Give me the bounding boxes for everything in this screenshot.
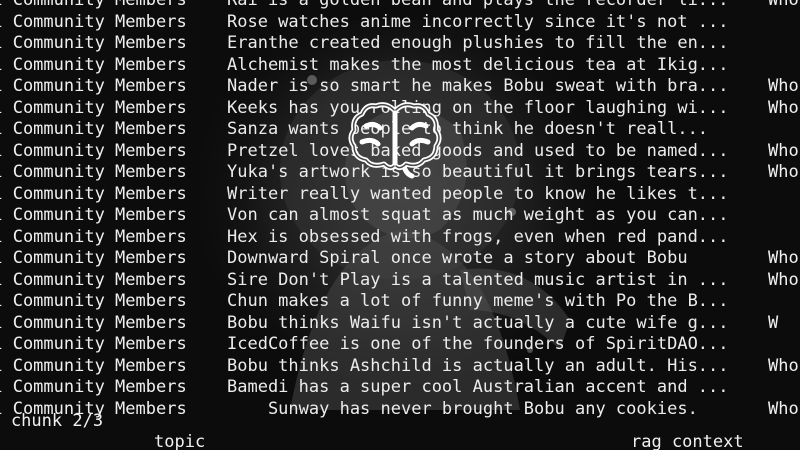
output-table: ki Community Members Rai is a golden bean… [0,0,800,420]
extra-column-cell: W [768,312,779,333]
rag-context-cell: Writer really wanted people to know he l… [227,183,729,204]
table-row: ki Community Members Bobu thinks Ashchild… [0,356,800,378]
topic-cell: ki Community Members [0,162,187,182]
rag-context-cell: Hex is obsessed with frogs, even when re… [227,226,729,247]
rag-context-cell: Nader is so smart he makes Bobu sweat wi… [227,76,729,96]
column-header-row: topic rag_context [0,432,800,450]
table-row: ki Community Members Downward Spiral once… [0,248,800,270]
rag-context-cell: Eranthe created enough plushies to fill … [227,33,729,53]
rag-context-cell: Yuka's artwork is so beautiful it brings… [227,162,729,182]
topic-cell: ki Community Members [0,291,187,311]
topic-cell: ki Community Members [0,226,187,247]
topic-cell: ki Community Members [0,11,187,32]
topic-cell: ki Community Members [0,76,187,96]
extra-column-cell: Who [768,76,799,96]
table-row: ki Community Members Eranthe created enou… [0,33,800,55]
topic-cell: ki Community Members [0,334,187,354]
rag-context-cell: Rai is a golden bean and plays the recor… [227,0,729,10]
extra-column-cell: Who [768,269,799,290]
topic-cell: ki Community Members [0,183,187,204]
table-row: ki Community Members Alchemist makes the … [0,55,800,77]
rag-context-cell: Sire Don't Play is a talented music arti… [227,269,729,290]
extra-column-cell: Who [768,97,799,118]
rag-context-cell: Downward Spiral once wrote a story about… [227,248,698,268]
table-row: ki Community Members Sunway has never br… [0,399,800,421]
topic-cell: ki Community Members [0,377,187,397]
table-row: ki Community Members Chun makes a lot of … [0,291,800,313]
rag-context-cell: Bobu thinks Ashchild is actually an adul… [227,355,729,376]
topic-cell: ki Community Members [0,248,187,268]
table-row: ki Community Members Writer really wanted… [0,184,800,206]
topic-cell: ki Community Members [0,355,187,376]
column-header-topic: topic [154,432,206,450]
rag-context-cell: Sunway has never brought Bobu any cookie… [227,398,698,419]
rag-context-cell: Von can almost squat as much weight as y… [227,205,729,225]
extra-column-cell: Who [768,355,799,376]
topic-cell: ki Community Members [0,33,187,53]
status-line: ing chunk 2/3 [0,411,104,431]
topic-cell: ki Community Members [0,205,187,225]
extra-column-cell: Who [768,140,799,161]
rag-context-cell: Rose watches anime incorrectly since it'… [227,11,729,32]
rag-context-cell: Chun makes a lot of funny meme's with Po… [227,291,729,311]
table-row: ki Community Members Nader is so smart he… [0,76,800,98]
extra-column-cell: Who [768,162,799,182]
topic-cell: ki Community Members [0,54,187,75]
extra-column-cell: Who [768,398,799,419]
table-row: ki Community Members Bamedi has a super c… [0,377,800,399]
topic-cell: ki Community Members [0,0,187,10]
rag-context-cell: Keeks has you rolling on the floor laugh… [227,97,729,118]
topic-cell: ki Community Members [0,97,187,118]
rag-context-cell: Bamedi has a super cool Australian accen… [227,377,729,397]
table-row: ki Community Members Bobu thinks Waifu is… [0,313,800,335]
rag-context-cell: Sanza wants people to think he doesn't r… [227,119,709,139]
rag-context-cell: IcedCoffee is one of the founders of Spi… [227,334,729,354]
topic-cell: ki Community Members [0,119,187,139]
table-row: ki Community Members IcedCoffee is one of… [0,334,800,356]
table-row: ki Community Members Rose watches anime i… [0,12,800,34]
table-row: ki Community Members Hex is obsessed with… [0,227,800,249]
column-header-rag-context: rag_context [631,432,744,450]
rag-context-cell: Alchemist makes the most delicious tea a… [227,54,729,75]
topic-cell: ki Community Members [0,269,187,290]
topic-cell: ki Community Members [0,140,187,161]
table-row: ki Community Members Von can almost squat… [0,205,800,227]
rag-context-cell: Bobu thinks Waifu isn't actually a cute … [227,312,729,333]
terminal-window: ki Community Members Rai is a golden bean… [0,0,800,450]
extra-column-cell: Who [768,248,799,268]
extra-column-cell: Who [768,0,799,10]
topic-cell: ki Community Members [0,312,187,333]
rag-context-cell: Pretzel loves baked goods and used to be… [227,140,729,161]
brain-icon [348,102,442,179]
table-row: ki Community Members Rai is a golden bean… [0,0,800,12]
table-row: ki Community Members Sire Don't Play is a… [0,270,800,292]
